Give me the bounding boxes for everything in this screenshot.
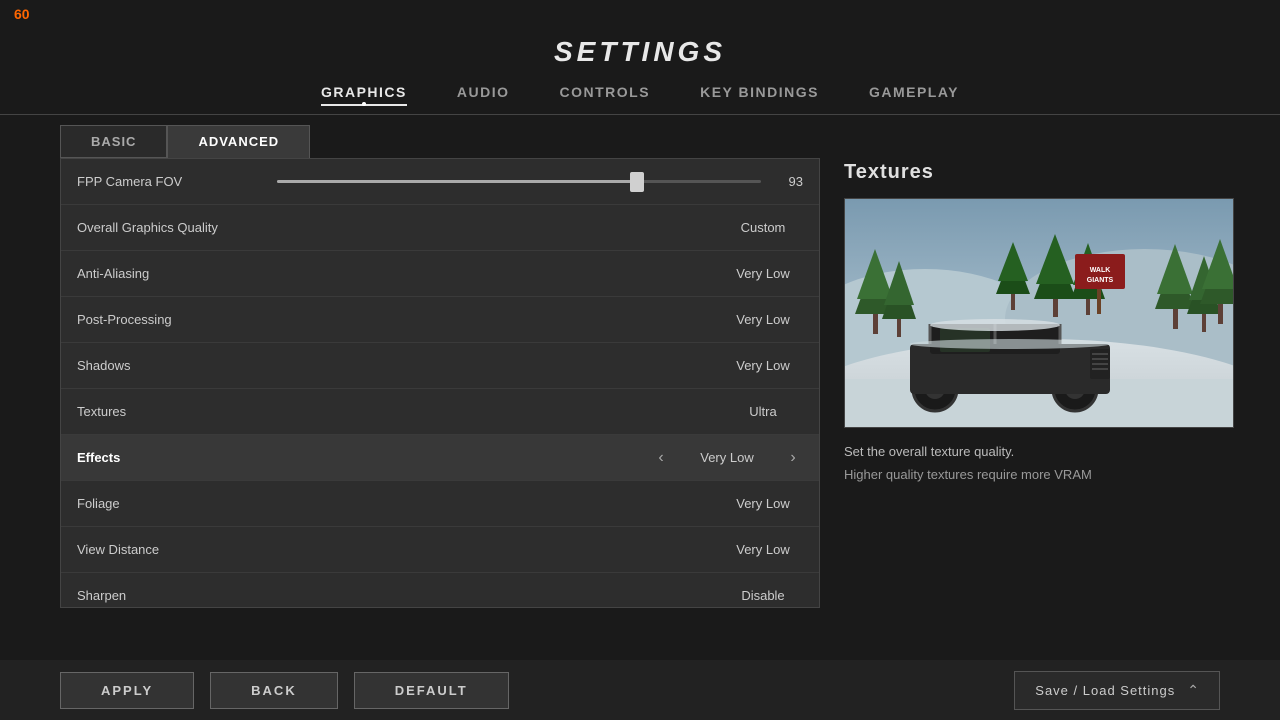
label-textures: Textures [77, 404, 277, 419]
setting-row-effects: Effects ‹ Very Low › [61, 435, 819, 481]
value-post-processing: Very Low [723, 312, 803, 327]
right-panel: Textures [820, 125, 1234, 608]
value-textures: Ultra [723, 404, 803, 419]
subtab-advanced[interactable]: ADVANCED [167, 125, 310, 158]
texture-preview-image: WALK GIANTS [844, 198, 1234, 428]
label-foliage: Foliage [77, 496, 277, 511]
effects-arrow-right[interactable]: › [783, 449, 803, 467]
label-post-processing: Post-Processing [77, 312, 277, 327]
label-shadows: Shadows [77, 358, 277, 373]
texture-desc2: Higher quality textures require more VRA… [844, 467, 1234, 482]
fpp-slider-track[interactable] [277, 180, 761, 183]
control-effects: ‹ Very Low › [277, 449, 803, 467]
value-foliage: Very Low [723, 496, 803, 511]
chevron-up-icon: ⌃ [1187, 682, 1199, 699]
control-post-processing: Very Low [277, 312, 803, 327]
label-overall-quality: Overall Graphics Quality [77, 220, 277, 235]
default-button[interactable]: DEFAULT [354, 672, 509, 709]
setting-row-view-distance: View Distance Very Low [61, 527, 819, 573]
tab-audio[interactable]: AUDIO [457, 84, 510, 106]
value-overall-quality: Custom [723, 220, 803, 235]
tab-graphics[interactable]: GRAPHICS [321, 84, 407, 106]
back-button[interactable]: BACK [210, 672, 338, 709]
label-fpp-camera-fov: FPP Camera FOV [77, 174, 277, 189]
control-shadows: Very Low [277, 358, 803, 373]
tab-keybindings[interactable]: KEY BINDINGS [700, 84, 819, 106]
tab-gameplay[interactable]: GAMEPLAY [869, 84, 959, 106]
value-shadows: Very Low [723, 358, 803, 373]
svg-text:GIANTS: GIANTS [1087, 277, 1114, 284]
control-anti-aliasing: Very Low [277, 266, 803, 281]
label-anti-aliasing: Anti-Aliasing [77, 266, 277, 281]
control-view-distance: Very Low [277, 542, 803, 557]
bottom-bar: APPLY BACK DEFAULT Save / Load Settings … [0, 660, 1280, 720]
label-sharpen: Sharpen [77, 588, 277, 603]
tab-controls[interactable]: CONTROLS [560, 84, 651, 106]
value-view-distance: Very Low [723, 542, 803, 557]
textures-panel-title: Textures [844, 161, 1234, 184]
control-foliage: Very Low [277, 496, 803, 511]
svg-text:WALK: WALK [1090, 267, 1111, 274]
value-sharpen: Disable [723, 588, 803, 603]
fpp-slider-fill [277, 180, 640, 183]
setting-row-fpp-camera-fov: FPP Camera FOV 93 [61, 159, 819, 205]
setting-row-post-processing: Post-Processing Very Low [61, 297, 819, 343]
save-load-label: Save / Load Settings [1035, 683, 1175, 698]
control-overall-quality: Custom [277, 220, 803, 235]
settings-list: FPP Camera FOV 93 Overall Graphics Quali… [60, 158, 820, 608]
value-effects: Very Low [687, 450, 767, 465]
label-view-distance: View Distance [77, 542, 277, 557]
setting-row-textures: Textures Ultra [61, 389, 819, 435]
nav-tabs: GRAPHICS AUDIO CONTROLS KEY BINDINGS GAM… [0, 84, 1280, 115]
control-textures: Ultra [277, 404, 803, 419]
apply-button[interactable]: APPLY [60, 672, 194, 709]
setting-row-anti-aliasing: Anti-Aliasing Very Low [61, 251, 819, 297]
page-title: SETTINGS [0, 0, 1280, 68]
subtab-basic[interactable]: BASIC [60, 125, 167, 158]
left-panel: BASIC ADVANCED FPP Camera FOV 93 Overall… [60, 125, 820, 608]
save-load-button[interactable]: Save / Load Settings ⌃ [1014, 671, 1220, 710]
control-sharpen: Disable [277, 588, 803, 603]
fpp-slider-container: 93 [277, 174, 803, 189]
fpp-slider-value: 93 [773, 174, 803, 189]
effects-arrow-left[interactable]: ‹ [651, 449, 671, 467]
label-effects: Effects [77, 450, 277, 465]
texture-desc1: Set the overall texture quality. [844, 444, 1234, 459]
setting-row-foliage: Foliage Very Low [61, 481, 819, 527]
value-anti-aliasing: Very Low [723, 266, 803, 281]
fps-counter: 60 [14, 6, 30, 22]
sub-tabs: BASIC ADVANCED [60, 125, 820, 158]
setting-row-overall-quality: Overall Graphics Quality Custom [61, 205, 819, 251]
setting-row-shadows: Shadows Very Low [61, 343, 819, 389]
setting-row-sharpen: Sharpen Disable [61, 573, 819, 608]
content-area: BASIC ADVANCED FPP Camera FOV 93 Overall… [60, 125, 1220, 608]
fpp-slider-thumb[interactable] [630, 172, 644, 192]
